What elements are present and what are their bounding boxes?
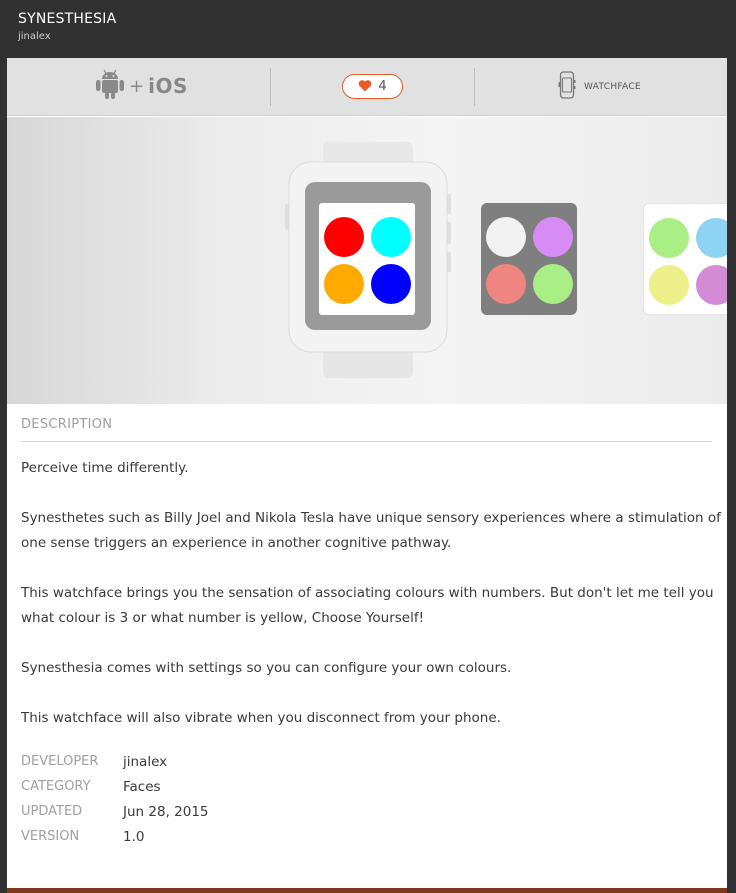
- android-icon: [95, 68, 125, 104]
- colour-dot: [371, 217, 411, 257]
- bottom-accent-bar: [7, 888, 727, 893]
- platform-ios: iOS: [148, 74, 188, 98]
- divider: [270, 68, 271, 106]
- meta-key: DEVELOPER: [21, 754, 99, 769]
- developer-link[interactable]: jinalex: [123, 754, 167, 770]
- description-paragraph: Synesthesia comes with settings so you c…: [21, 660, 512, 676]
- description-paragraph: Perceive time differently.: [21, 460, 189, 476]
- app-type: WATCHFACE: [558, 71, 641, 103]
- colour-dot: [649, 218, 689, 258]
- colour-dot: [696, 265, 727, 305]
- description-heading: DESCRIPTION: [21, 417, 712, 442]
- divider: [474, 68, 475, 106]
- meta-value: Jun 28, 2015: [123, 803, 209, 820]
- description-paragraph: This watchface will also vibrate when yo…: [21, 710, 501, 726]
- app-header: SYNESTHESIA jinalex: [0, 0, 736, 58]
- platform-plus: +: [129, 75, 145, 97]
- hearts-button[interactable]: 4: [342, 74, 403, 99]
- colour-dot: [649, 265, 689, 305]
- description-body: Perceive time differently. Synesthetes s…: [21, 456, 721, 756]
- info-bar: + iOS 4 WATCHFACE: [7, 58, 727, 116]
- colour-dot: [324, 264, 364, 304]
- watchface-screenshot[interactable]: [319, 203, 415, 315]
- colour-dot: [371, 264, 411, 304]
- meta-developer: DEVELOPER jinalex: [21, 749, 421, 774]
- category-link[interactable]: Faces: [123, 779, 161, 795]
- colour-dot: [533, 264, 573, 304]
- meta-key: CATEGORY: [21, 779, 91, 794]
- meta-value: 1.0: [123, 828, 145, 845]
- hearts-count: 4: [378, 79, 387, 94]
- app-meta: DEVELOPER jinalex CATEGORY Faces UPDATED…: [21, 749, 421, 849]
- heart-icon: [358, 77, 372, 96]
- platform-badge: + iOS: [95, 69, 188, 103]
- colour-dot: [324, 217, 364, 257]
- screenshot-gallery[interactable]: [7, 117, 727, 404]
- meta-version: VERSION 1.0: [21, 824, 421, 849]
- watchface-screenshot[interactable]: [481, 203, 577, 315]
- description-paragraph: Synesthetes such as Billy Joel and Nikol…: [21, 510, 721, 551]
- colour-dot: [486, 217, 526, 257]
- app-type-label: WATCHFACE: [584, 82, 641, 92]
- colour-dot: [533, 217, 573, 257]
- meta-category: CATEGORY Faces: [21, 774, 421, 799]
- meta-key: VERSION: [21, 829, 80, 844]
- colour-dot: [486, 264, 526, 304]
- watchface-screenshot[interactable]: [643, 203, 727, 315]
- description-paragraph: This watchface brings you the sensation …: [21, 585, 714, 626]
- app-title: SYNESTHESIA: [18, 11, 117, 27]
- meta-key: UPDATED: [21, 804, 83, 819]
- meta-updated: UPDATED Jun 28, 2015: [21, 799, 421, 824]
- watch-icon: [558, 71, 576, 103]
- colour-dot: [696, 218, 727, 258]
- app-detail-card: + iOS 4 WATCHFACE DESCRIPTION Perceive t…: [7, 58, 727, 888]
- app-author-link[interactable]: jinalex: [18, 31, 51, 42]
